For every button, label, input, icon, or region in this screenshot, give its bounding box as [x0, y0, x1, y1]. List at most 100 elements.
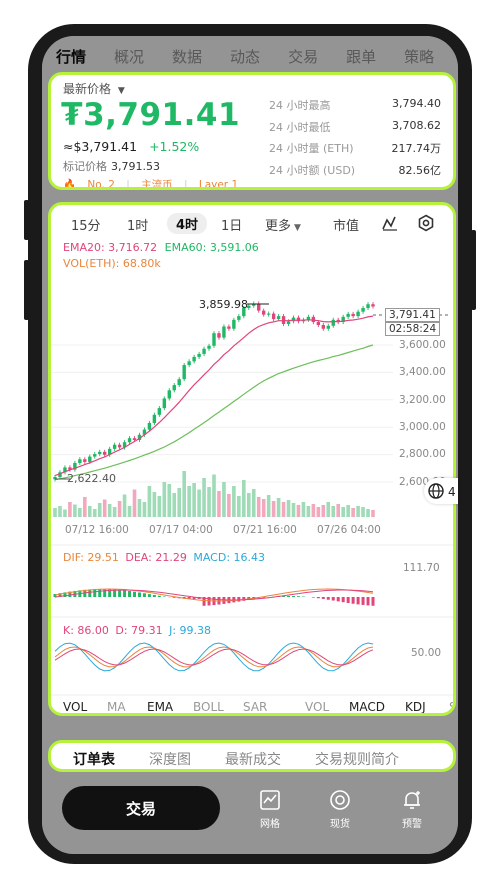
volume-bar — [142, 502, 147, 517]
volume-bar — [157, 496, 162, 517]
volume-bar — [256, 497, 261, 517]
tab-data[interactable]: 数据 — [158, 42, 216, 72]
volume-bar — [177, 488, 182, 517]
indicator-macd[interactable]: MACD — [349, 700, 385, 713]
fire-icon: 🔥 — [63, 179, 77, 190]
tab-copy[interactable]: 跟单 — [332, 42, 390, 72]
candle-body — [261, 310, 266, 315]
candle-body — [167, 390, 171, 399]
tab-order-book[interactable]: 订单表 — [73, 749, 115, 769]
trade-button[interactable]: 交易 — [62, 786, 220, 830]
candle-body — [316, 322, 321, 326]
macd-bar — [123, 590, 127, 597]
macd-bar — [356, 597, 360, 605]
indicator-vol[interactable]: VOL — [63, 700, 87, 713]
volume-bar — [117, 501, 122, 517]
tab-overview[interactable]: 概况 — [100, 42, 158, 72]
volume-bar — [202, 478, 206, 517]
volume-bar — [63, 509, 67, 517]
active-tab-underline — [75, 769, 115, 771]
coin-tags: 🔥 No. 2 | 主流币 | Layer 1 — [63, 179, 239, 190]
volume-bar — [137, 499, 142, 517]
kdj-tick: 50.00 — [411, 647, 442, 659]
candle-body — [217, 333, 221, 338]
tag-layer[interactable]: Layer 1 — [199, 179, 238, 187]
volume-bar — [266, 495, 271, 517]
tab-trading-rules[interactable]: 交易规则简介 — [315, 749, 399, 769]
indicator-ema[interactable]: EMA — [147, 700, 173, 713]
macd-bar — [103, 589, 107, 597]
tag-rank[interactable]: No. 2 — [87, 179, 114, 187]
macd-bar — [128, 591, 132, 597]
volume-bar — [207, 487, 211, 517]
stat-row: 24 小时最高 3,794.40 — [269, 97, 441, 112]
candle-body — [361, 307, 365, 312]
globe-icon[interactable]: 4 — [424, 478, 458, 504]
candle-body — [112, 444, 117, 449]
tab-trade[interactable]: 交易 — [274, 42, 332, 72]
volume-bar — [321, 505, 326, 517]
macd-bar — [93, 589, 97, 597]
macd-bar — [326, 597, 330, 600]
volume-bar — [286, 500, 291, 517]
price-sub: ≈$3,791.41 +1.52% — [63, 139, 199, 154]
tab-strategy[interactable]: 策略 — [390, 42, 448, 72]
tab-depth[interactable]: 深度图 — [149, 749, 191, 769]
candle-body — [172, 385, 176, 391]
volume-bar — [83, 497, 87, 517]
volume-bar — [371, 510, 375, 517]
volume-bar — [296, 505, 301, 517]
x-tick: 07/21 16:00 — [233, 524, 297, 536]
macd-bar — [296, 596, 300, 597]
volume-bar — [316, 507, 321, 517]
candle-body — [157, 408, 162, 415]
volume-bar — [336, 504, 341, 517]
candle-body — [326, 325, 330, 329]
candle-body — [371, 304, 375, 307]
candle-body — [152, 414, 157, 423]
volume-bar — [112, 507, 117, 517]
grid-chart-icon — [260, 790, 280, 810]
volume-bar — [147, 486, 152, 517]
candle-body — [132, 438, 137, 440]
y-tick: 3,200.00 — [399, 394, 446, 406]
macd-bar — [336, 597, 340, 602]
alert-button[interactable]: 预警 — [390, 788, 434, 832]
tab-feed[interactable]: 动态 — [216, 42, 274, 72]
volume-bar — [58, 506, 62, 517]
macd-bar — [118, 589, 122, 597]
tab-latest-trades[interactable]: 最新成交 — [225, 749, 281, 769]
macd-bar — [152, 594, 156, 597]
candle-body — [182, 365, 186, 380]
volume-bar — [356, 506, 360, 517]
stat-row: 24 小时最低 3,708.62 — [269, 118, 441, 134]
price-type-select[interactable]: 最新价格 ▼ — [63, 80, 125, 97]
candle-body — [197, 353, 201, 357]
indicator-sar[interactable]: SAR — [243, 700, 267, 713]
tab-market[interactable]: 行情 — [42, 42, 100, 72]
indicator-kdj[interactable]: KDJ — [405, 700, 426, 713]
macd-bar — [133, 591, 136, 597]
candle-body — [281, 316, 286, 324]
spot-button[interactable]: 现货 — [318, 788, 362, 832]
volume-bar — [162, 482, 167, 517]
candlestick-chart[interactable] — [51, 205, 456, 716]
macd-bar — [98, 589, 102, 597]
volume-bar — [68, 502, 72, 517]
volume-bar — [261, 499, 266, 517]
grid-button[interactable]: 网格 — [248, 788, 292, 832]
x-tick: 07/26 04:00 — [317, 524, 381, 536]
volume-bar — [311, 504, 316, 517]
indicator-ma[interactable]: MA — [107, 700, 126, 713]
candle-body — [177, 379, 181, 386]
candle-body — [266, 313, 271, 315]
y-tick: 2,800.00 — [399, 448, 446, 460]
indicator-boll[interactable]: BOLL — [193, 700, 224, 713]
volume-bar — [167, 484, 172, 517]
volume-bar — [351, 508, 355, 517]
volume-bar — [232, 486, 236, 517]
macd-legend: DIF: 29.51 DEA: 21.29 MACD: 16.43 — [63, 551, 266, 564]
candle-body — [271, 313, 276, 320]
indicator-vol-sub[interactable]: VOL — [305, 700, 329, 713]
tag-category[interactable]: 主流币 — [141, 179, 173, 187]
